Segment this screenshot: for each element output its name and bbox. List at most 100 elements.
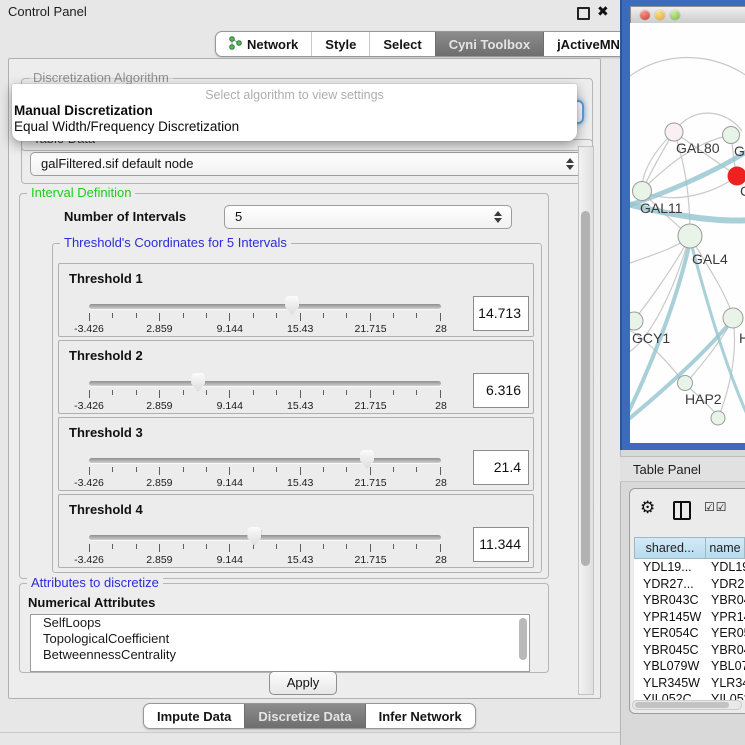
split-view-icon[interactable] xyxy=(673,501,691,520)
cell-shared-name[interactable]: YIL052C xyxy=(634,692,706,700)
numerical-attributes-list[interactable]: SelfLoopsTopologicalCoefficientBetweenne… xyxy=(30,614,530,672)
network-view-window[interactable]: GAL80GCGAL11GAL4GCY1HHAP2 xyxy=(620,0,745,450)
combo-value: 5 xyxy=(235,209,242,224)
cell-name[interactable]: YLR345W xyxy=(706,676,745,690)
cell-name[interactable]: YBL079W xyxy=(706,659,745,673)
cell-name[interactable]: YDR27... xyxy=(706,577,745,591)
tab-cyni-toolbox[interactable]: Cyni Toolbox xyxy=(435,32,543,56)
panel-vertical-scrollbar[interactable] xyxy=(578,146,594,695)
table-data-group: Table Data galFiltered.sif default node xyxy=(21,139,593,184)
network-node[interactable] xyxy=(711,411,725,425)
apply-button[interactable]: Apply xyxy=(269,671,337,695)
threshold-label: Threshold 1 xyxy=(69,271,143,286)
gear-icon[interactable]: ⚙ xyxy=(640,498,655,518)
cell-name[interactable]: YDL19... xyxy=(706,560,745,574)
control-panel: Control Panel ✖ NetworkStyleSelectCyni T… xyxy=(0,0,621,745)
cell-name[interactable]: YPR145W xyxy=(706,610,745,624)
scrollbar-thumb[interactable] xyxy=(635,702,729,708)
tab-impute-data[interactable]: Impute Data xyxy=(144,704,244,728)
slider-track[interactable] xyxy=(89,381,441,386)
table-row[interactable]: YBR043CYBR043C xyxy=(634,592,745,609)
scale-label: 15.43 xyxy=(287,477,313,489)
slider-track[interactable] xyxy=(89,304,441,309)
close-window-icon[interactable] xyxy=(640,10,650,20)
network-edge[interactable] xyxy=(690,237,733,317)
threshold-slider[interactable]: -3.4262.8599.14415.4321.71528 xyxy=(89,367,441,413)
minimize-window-icon[interactable] xyxy=(655,10,665,20)
column-header-shared-name[interactable]: shared... xyxy=(634,537,706,559)
threshold-slider[interactable]: -3.4262.8599.14415.4321.71528 xyxy=(89,290,441,336)
cell-shared-name[interactable]: YPR145W xyxy=(634,610,706,624)
table-row[interactable]: YDR27...YDR27... xyxy=(634,576,745,593)
network-node[interactable] xyxy=(633,182,652,201)
tab-label: Select xyxy=(383,37,421,52)
cell-name[interactable]: YIL052C xyxy=(706,692,745,700)
network-icon xyxy=(229,36,242,53)
threshold-row-4: Threshold 4-3.4262.8599.14415.4321.71528… xyxy=(58,494,534,568)
float-panel-icon[interactable] xyxy=(577,7,590,20)
attribute-item[interactable]: TopologicalCoefficient xyxy=(31,631,529,647)
threshold-value-field[interactable]: 21.4 xyxy=(473,450,529,485)
scale-label: 21.715 xyxy=(355,400,387,412)
cell-shared-name[interactable]: YDR27... xyxy=(634,577,706,591)
slider-track[interactable] xyxy=(89,535,441,540)
threshold-value-field[interactable]: 6.316 xyxy=(473,373,529,408)
tab-style[interactable]: Style xyxy=(311,32,369,56)
table-row[interactable]: YBR045CYBR045C xyxy=(634,642,745,659)
number-of-intervals-combobox[interactable]: 5 xyxy=(224,205,512,229)
table-data-combobox[interactable]: galFiltered.sif default node xyxy=(30,152,584,176)
scrollbar-thumb[interactable] xyxy=(581,211,590,566)
table-row[interactable]: YLR345WYLR345W xyxy=(634,675,745,692)
popup-item-equal-width-frequency-discretization[interactable]: Equal Width/Frequency Discretization xyxy=(12,118,577,134)
tab-discretize-data[interactable]: Discretize Data xyxy=(244,704,364,728)
threshold-slider[interactable]: -3.4262.8599.14415.4321.71528 xyxy=(89,521,441,567)
cell-name[interactable]: YBR043C xyxy=(706,593,745,607)
cyni-toolbox-panel: Discretization Algorithm Table Data galF… xyxy=(8,58,601,699)
cell-name[interactable]: YER054C xyxy=(706,626,745,640)
cell-shared-name[interactable]: YER054C xyxy=(634,626,706,640)
list-scrollbar[interactable] xyxy=(519,618,527,660)
select-columns-icon[interactable]: ☑☑ xyxy=(704,500,728,514)
network-node[interactable] xyxy=(678,224,702,248)
network-edge[interactable] xyxy=(630,58,745,82)
zoom-window-icon[interactable] xyxy=(670,10,680,20)
tab-infer-network[interactable]: Infer Network xyxy=(365,704,475,728)
table-row[interactable]: YDL19...YDL19... xyxy=(634,559,745,576)
table-row[interactable]: YBL079WYBL079W xyxy=(634,658,745,675)
tab-select[interactable]: Select xyxy=(369,32,434,56)
network-edge[interactable] xyxy=(642,132,674,191)
cell-shared-name[interactable]: YDL19... xyxy=(634,560,706,574)
tab-label: Impute Data xyxy=(157,709,231,724)
scale-label: 15.43 xyxy=(287,554,313,566)
network-node[interactable] xyxy=(665,123,683,141)
attribute-item[interactable]: BetweennessCentrality xyxy=(31,647,529,663)
cell-shared-name[interactable]: YBL079W xyxy=(634,659,706,673)
close-panel-icon[interactable]: ✖ xyxy=(597,3,609,20)
popup-item-manual-discretization[interactable]: Manual Discretization xyxy=(12,102,577,118)
threshold-row-1: Threshold 1 -3.4262.8599.14415.4321.71528… xyxy=(58,263,534,337)
threshold-value-field[interactable]: 14.713 xyxy=(473,296,529,331)
network-node[interactable] xyxy=(723,308,743,328)
node-label: GAL80 xyxy=(676,140,720,156)
cell-shared-name[interactable]: YBR043C xyxy=(634,593,706,607)
network-node[interactable] xyxy=(678,376,693,391)
tab-label: Network xyxy=(247,37,298,52)
network-canvas[interactable]: GAL80GCGAL11GAL4GCY1HHAP2 xyxy=(630,23,745,443)
table-row[interactable]: YER054CYER054C xyxy=(634,625,745,642)
slider-track[interactable] xyxy=(89,458,441,463)
tab-label: Style xyxy=(325,37,356,52)
cell-name[interactable]: YBR045C xyxy=(706,643,745,657)
threshold-value-field[interactable]: 11.344 xyxy=(473,527,529,562)
table-horizontal-scrollbar[interactable] xyxy=(632,700,742,710)
network-node[interactable] xyxy=(630,312,643,330)
column-header-name[interactable]: name xyxy=(706,537,745,559)
table-row[interactable]: YPR145WYPR145W xyxy=(634,609,745,626)
cell-shared-name[interactable]: YBR045C xyxy=(634,643,706,657)
attribute-item[interactable]: SelfLoops xyxy=(31,615,529,631)
cell-shared-name[interactable]: YLR345W xyxy=(634,676,706,690)
network-node[interactable] xyxy=(723,127,740,144)
threshold-slider[interactable]: -3.4262.8599.14415.4321.71528 xyxy=(89,444,441,490)
table-row[interactable]: YIL052CYIL052C xyxy=(634,691,745,700)
tab-network[interactable]: Network xyxy=(216,32,311,56)
table-body[interactable]: YDL19...YDL19...YDR27...YDR27...YBR043CY… xyxy=(634,559,745,700)
